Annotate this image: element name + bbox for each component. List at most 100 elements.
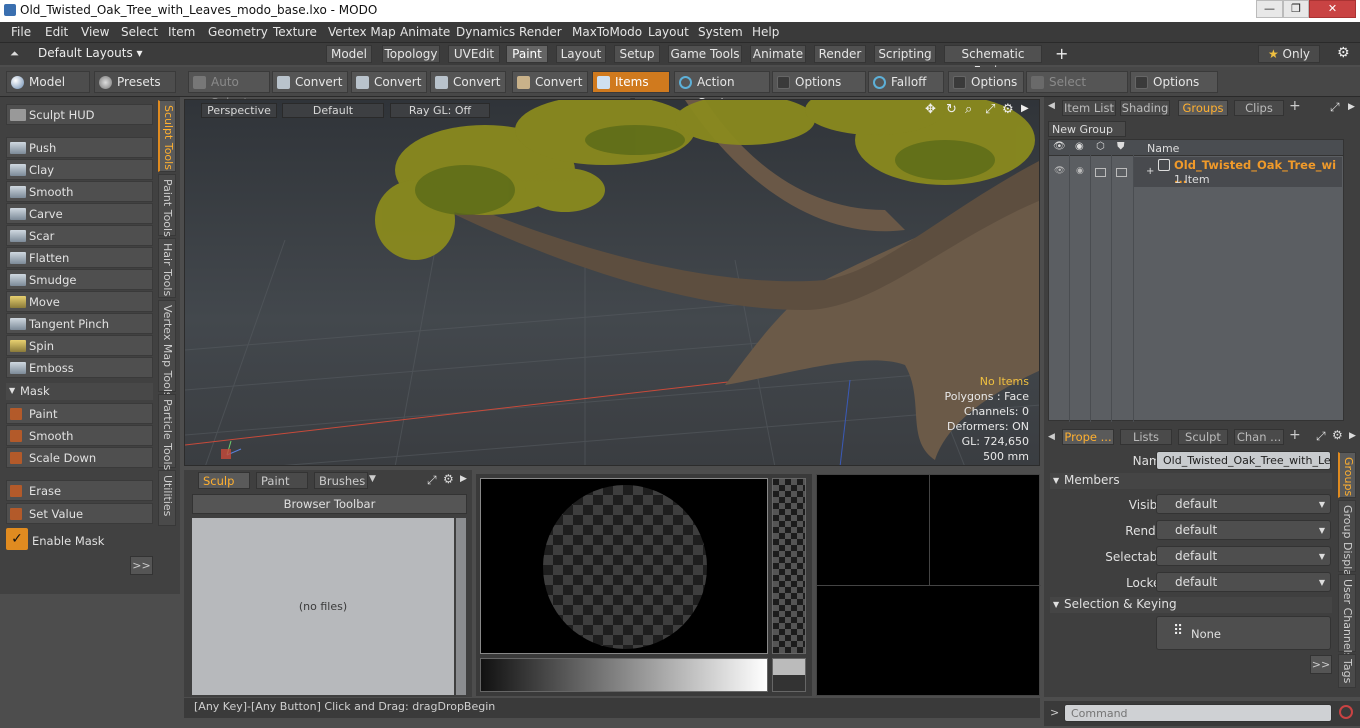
command-input[interactable] — [1064, 704, 1332, 722]
layout-tab-scripting[interactable]: Scripting — [874, 45, 936, 63]
tab-sculpt[interactable]: Sculpt — [1178, 429, 1228, 445]
new-group-button[interactable]: New Group — [1048, 121, 1126, 137]
add-layout-button[interactable]: + — [1055, 44, 1068, 63]
vtab-hair-tools[interactable]: Hair Tools — [158, 238, 176, 298]
groups-maximize-icon[interactable]: ⤢ — [1330, 100, 1340, 115]
none-button[interactable]: ⠿ None — [1156, 616, 1331, 650]
convert-button-3[interactable]: Convert — [430, 71, 506, 93]
tool-emboss[interactable]: Emboss — [6, 357, 153, 378]
minimize-button[interactable]: — — [1256, 0, 1283, 18]
tab-item-list[interactable]: Item List — [1062, 100, 1116, 116]
tool-smudge[interactable]: Smudge — [6, 269, 153, 290]
vtab-sculpt-tools[interactable]: Sculpt Tools — [158, 100, 176, 172]
locked-dropdown[interactable]: default — [1156, 572, 1331, 592]
mask-smooth[interactable]: Smooth — [6, 425, 153, 446]
layout-arrow-icon[interactable]: ⏶ — [10, 47, 19, 61]
props-more-button[interactable]: >> — [1310, 655, 1332, 674]
convert-button-1[interactable]: Convert — [272, 71, 348, 93]
panel-menu-icon[interactable]: ◀ — [1048, 101, 1055, 111]
mask-set-value[interactable]: Set Value — [6, 503, 153, 524]
menu-layout[interactable]: Layout — [648, 25, 689, 39]
layout-tab-game-tools[interactable]: Game Tools — [668, 45, 742, 63]
auto-select-button[interactable]: Auto Select — [188, 71, 270, 110]
row-select-box[interactable] — [1095, 168, 1106, 177]
tab-paint-presets[interactable]: Paint ... — [256, 472, 308, 504]
tool-scar[interactable]: Scar — [6, 225, 153, 246]
model-button[interactable]: Model F2 — [6, 71, 90, 110]
vtab-vertex-map-tools[interactable]: Vertex Map Tools — [158, 300, 176, 398]
convert-button-4[interactable]: Convert — [512, 71, 588, 93]
row-lock-box[interactable] — [1116, 168, 1127, 177]
visibility-eye-icon[interactable]: 👁 — [1053, 141, 1066, 152]
action-center-button[interactable]: Action Center — [674, 71, 770, 110]
tool-move[interactable]: Move — [6, 291, 153, 312]
gradient-swatch[interactable] — [772, 658, 806, 692]
vtab-utilities[interactable]: Utilities — [158, 470, 176, 526]
vtab-user-channels[interactable]: User Channels — [1338, 574, 1356, 658]
rotate-view-icon[interactable]: ↻ — [946, 102, 957, 117]
default-layouts-dropdown[interactable]: Default Layouts ▾ — [38, 46, 143, 60]
options-button-2[interactable]: Options — [948, 71, 1024, 93]
file-list-scrollbar[interactable] — [456, 518, 466, 695]
mask-paint[interactable]: Paint — [6, 403, 153, 424]
menu-file[interactable]: File — [11, 25, 31, 39]
perspective-dropdown[interactable]: Perspective — [201, 103, 277, 118]
layout-tab-setup[interactable]: Setup — [614, 45, 660, 63]
layout-tab-schematic-fusion[interactable]: Schematic Fusion — [944, 45, 1042, 78]
close-button[interactable]: ✕ — [1309, 0, 1356, 18]
visible-dropdown[interactable]: default — [1156, 494, 1331, 514]
tool-flatten[interactable]: Flatten — [6, 247, 153, 268]
menu-maxtomodo[interactable]: MaxToModo — [572, 25, 642, 39]
texture-canvas[interactable] — [480, 478, 768, 654]
raygl-toggle[interactable]: Ray GL: Off — [390, 103, 490, 118]
tool-spin[interactable]: Spin — [6, 335, 153, 356]
render-dropdown[interactable]: default — [1156, 520, 1331, 540]
vtab-tags[interactable]: Tags — [1338, 654, 1356, 688]
menu-geometry[interactable]: Geometry — [208, 25, 268, 39]
mask-erase[interactable]: Erase — [6, 480, 153, 501]
layout-tab-layout[interactable]: Layout — [556, 45, 606, 63]
menu-animate[interactable]: Animate — [400, 25, 450, 39]
layout-tab-model[interactable]: Model — [326, 45, 372, 63]
name-field[interactable]: Old_Twisted_Oak_Tree_with_Leav — [1156, 451, 1331, 470]
vtab-group-display[interactable]: Group Display — [1338, 500, 1356, 583]
layout-tab-paint[interactable]: Paint — [506, 45, 548, 63]
3d-viewport[interactable]: Perspective Default Ray GL: Off ✥ ↻ ⌕ ⤢ … — [184, 99, 1040, 466]
selectable-icon[interactable]: ⬡ — [1096, 141, 1105, 152]
shading-dropdown[interactable]: Default — [282, 103, 384, 118]
vtab-paint-tools[interactable]: Paint Tools — [158, 174, 176, 237]
group-row[interactable]: Old_Twisted_Oak_Tree_wi ... 1 Item + — [1134, 157, 1342, 187]
panel-gear-icon[interactable]: ⚙ — [443, 472, 454, 486]
tool-tangent-pinch[interactable]: Tangent Pinch — [6, 313, 153, 334]
menu-vertex-map[interactable]: Vertex Map — [328, 25, 396, 39]
mask-section-header[interactable]: ▼ Mask — [6, 383, 153, 400]
menu-help[interactable]: Help — [752, 25, 779, 39]
tab-lists[interactable]: Lists — [1120, 429, 1172, 445]
selection-keying-section-header[interactable]: ▼ Selection & Keying — [1050, 597, 1332, 613]
enable-mask-checkbox[interactable]: ✓ — [6, 528, 28, 550]
viewport-menu-icon[interactable]: ▶ — [1021, 103, 1029, 114]
browser-toolbar-button[interactable]: Browser Toolbar — [192, 494, 467, 514]
add-props-tab-icon[interactable]: + — [1289, 427, 1301, 443]
multi-view-panel[interactable] — [816, 474, 1041, 696]
add-tab-icon[interactable]: + — [1289, 98, 1301, 114]
alpha-strip[interactable] — [772, 478, 806, 654]
layout-tab-uvedit[interactable]: UVEdit — [448, 45, 500, 63]
selectable-dropdown[interactable]: default — [1156, 546, 1331, 566]
tab-brushes[interactable]: Brushes — [314, 472, 368, 489]
vtab-groups[interactable]: Groups — [1338, 452, 1356, 498]
render-icon[interactable]: ◉ — [1075, 141, 1084, 152]
presets-button[interactable]: Presets F6 — [94, 71, 176, 110]
tab-dropdown-icon[interactable]: ▼ — [369, 474, 376, 484]
viewport-settings-icon[interactable]: ⚙ — [1002, 102, 1014, 117]
members-section-header[interactable]: ▼ Members — [1050, 473, 1332, 489]
options-button-1[interactable]: Options — [772, 71, 866, 93]
panel-maximize-icon[interactable]: ⤢ — [427, 473, 437, 488]
gradient-bar[interactable] — [480, 658, 768, 692]
menu-view[interactable]: View — [81, 25, 109, 39]
layout-tab-topology[interactable]: Topology — [382, 45, 440, 63]
props-arrow-icon[interactable]: ▶ — [1349, 431, 1356, 441]
sculpt-hud-button[interactable]: Sculpt HUD — [6, 104, 153, 125]
props-maximize-icon[interactable]: ⤢ — [1316, 429, 1326, 444]
tab-sculpt-presets[interactable]: Sculp ... — [198, 472, 250, 504]
